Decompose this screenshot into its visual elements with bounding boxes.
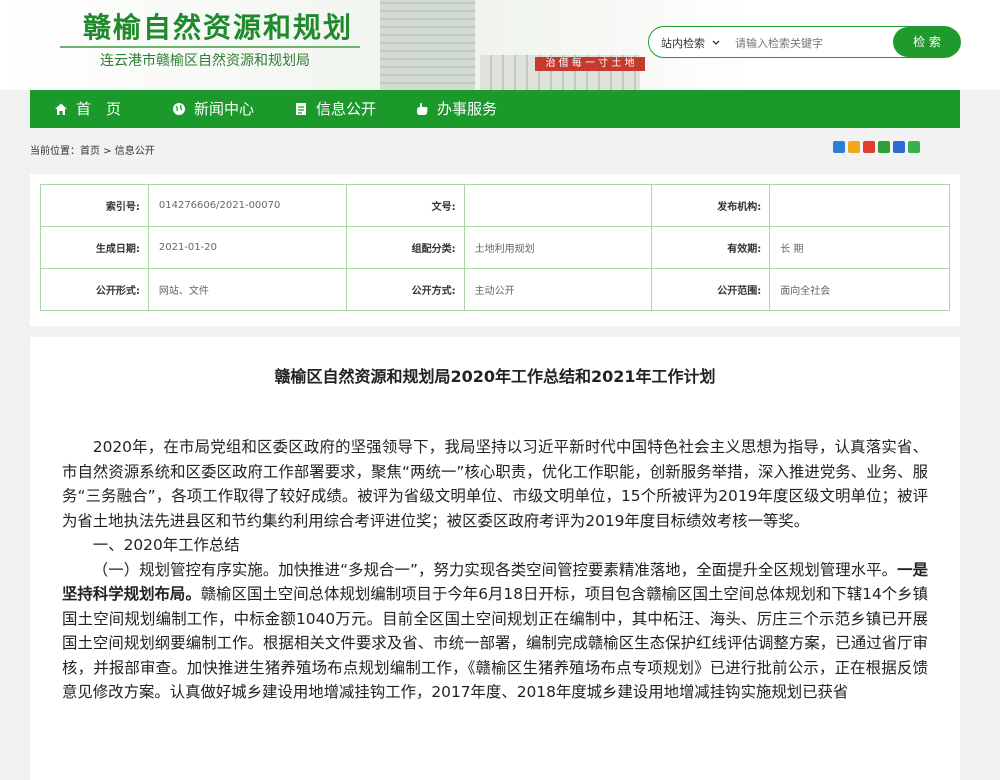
article-body: 2020年，在市局党组和区委区政府的坚强领导下，我局坚持以习近平新时代中国特色社…: [62, 435, 928, 705]
meta-panel: 索引号: 014276606/2021-00070 文号: 发布机构: 生成日期…: [30, 174, 960, 326]
article-section-heading: 一、2020年工作总结: [92, 536, 240, 554]
meta-value-validity: 长 期: [769, 226, 950, 269]
wechat-icon[interactable]: [908, 141, 920, 153]
renren-icon[interactable]: [893, 141, 905, 153]
paragraph-text: （一）规划管控有序实施。加快推进“多规合一”，努力实现各类空间管控要素精准落地，…: [92, 560, 898, 579]
main-nav: 首 页 新闻中心 信息公开 办事服务: [30, 90, 960, 128]
search-button[interactable]: 检 索: [893, 27, 961, 57]
search-scope-select[interactable]: 站内检索: [661, 35, 720, 51]
meta-label-docno: 文号:: [345, 184, 465, 227]
meta-label-validity: 有效期:: [651, 226, 771, 269]
nav-label-home: 首 页: [76, 100, 122, 118]
building-banner: 治 借 每 一 寸 土 地: [535, 57, 645, 71]
search-input[interactable]: [733, 32, 887, 54]
table-row: 索引号: 014276606/2021-00070 文号: 发布机构:: [40, 184, 950, 227]
nav-item-home[interactable]: 首 页: [54, 90, 121, 128]
share-bar: [833, 141, 920, 153]
nav-item-service[interactable]: 办事服务: [415, 90, 497, 128]
article: 赣榆区自然资源和规划局2020年工作总结和2021年工作计划 2020年，在市局…: [30, 337, 960, 780]
meta-value-form: 网站、文件: [147, 268, 347, 311]
title-divider: [60, 46, 360, 48]
document-icon: [296, 103, 306, 115]
nav-item-news[interactable]: 新闻中心: [172, 90, 254, 128]
globe-icon: [173, 103, 185, 115]
douban-icon[interactable]: [878, 141, 890, 153]
meta-value-mode: 主动公开: [463, 268, 653, 311]
add-icon[interactable]: [833, 141, 845, 153]
nav-label-service: 办事服务: [437, 100, 498, 118]
table-row: 生成日期: 2021-01-20 组配分类: 土地利用规划 有效期: 长 期: [40, 226, 950, 269]
nav-label-news: 新闻中心: [194, 100, 255, 118]
article-title: 赣榆区自然资源和规划局2020年工作总结和2021年工作计划: [274, 367, 716, 386]
meta-value-category: 土地利用规划: [463, 226, 653, 269]
table-row: 公开形式: 网站、文件 公开方式: 主动公开 公开范围: 面向全社会: [40, 268, 950, 311]
meta-label-date: 生成日期:: [40, 226, 149, 269]
meta-table: 索引号: 014276606/2021-00070 文号: 发布机构: 生成日期…: [40, 184, 950, 311]
nav-item-info[interactable]: 信息公开: [294, 90, 376, 128]
meta-value-index: 014276606/2021-00070: [147, 184, 347, 227]
nav-label-info: 信息公开: [316, 100, 377, 118]
article-paragraph: （一）规划管控有序实施。加快推进“多规合一”，努力实现各类空间管控要素精准落地，…: [62, 558, 928, 705]
chevron-down-icon: [712, 40, 719, 45]
weibo-icon[interactable]: [863, 141, 875, 153]
meta-label-category: 组配分类:: [345, 226, 465, 269]
search-scope-label: 站内检索: [661, 37, 705, 50]
breadcrumb[interactable]: 当前位置：首页 > 信息公开: [30, 142, 155, 157]
hand-icon: [417, 103, 428, 115]
search-box: 站内检索 检 索: [648, 26, 961, 58]
home-icon: [55, 103, 67, 115]
site-title[interactable]: 赣榆自然资源和规划: [83, 6, 353, 46]
meta-value-scope: 面向全社会: [769, 268, 950, 311]
qzone-icon[interactable]: [848, 141, 860, 153]
meta-value-docno: [463, 184, 653, 227]
building-image: [380, 0, 475, 90]
meta-label-form: 公开形式:: [40, 268, 149, 311]
article-paragraph: 2020年，在市局党组和区委区政府的坚强领导下，我局坚持以习近平新时代中国特色社…: [62, 438, 928, 530]
meta-label-mode: 公开方式:: [345, 268, 465, 311]
meta-value-publisher: [769, 184, 950, 227]
meta-value-date: 2021-01-20: [147, 226, 347, 269]
site-header: 治 借 每 一 寸 土 地 赣榆自然资源和规划 连云港市赣榆区自然资源和规划局 …: [0, 0, 1000, 90]
meta-label-index: 索引号:: [40, 184, 149, 227]
meta-label-scope: 公开范围:: [651, 268, 771, 311]
site-subtitle: 连云港市赣榆区自然资源和规划局: [100, 53, 310, 69]
meta-label-publisher: 发布机构:: [651, 184, 771, 227]
